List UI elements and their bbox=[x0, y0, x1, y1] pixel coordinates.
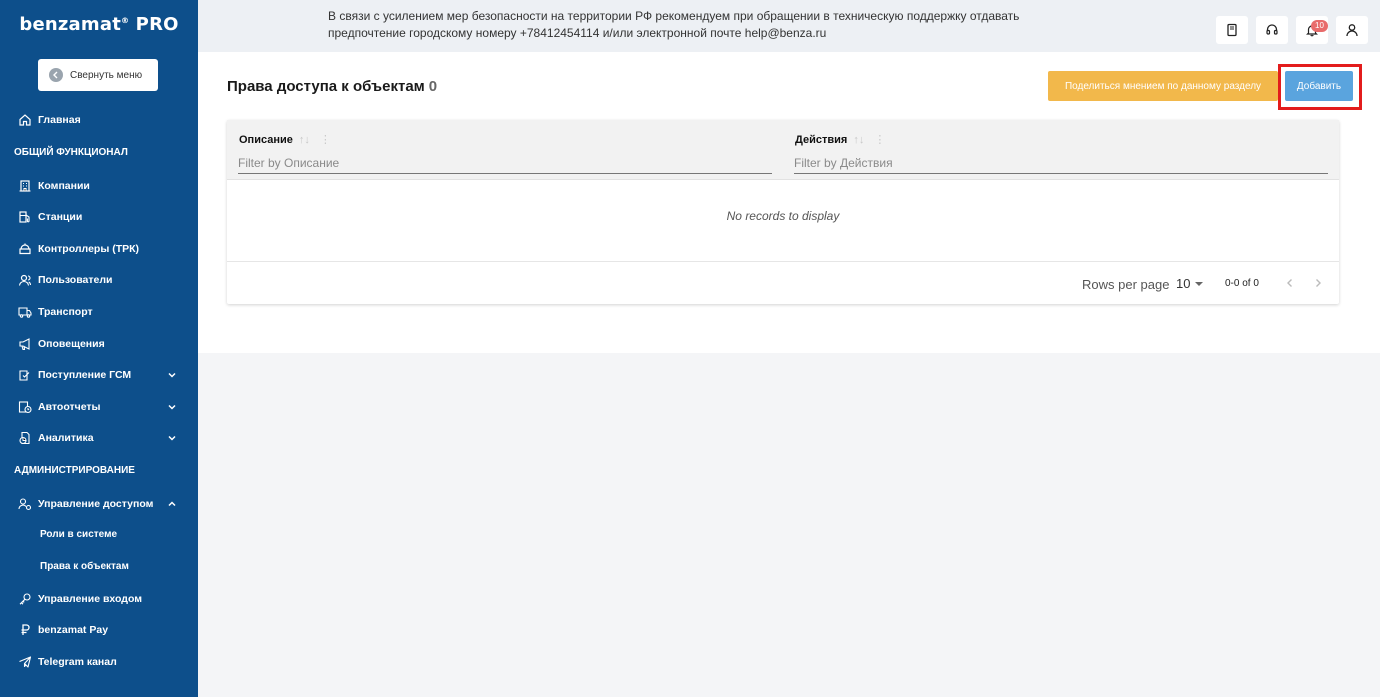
analytics-icon bbox=[19, 431, 30, 445]
section-admin: АДМИНИСТРИРОВАНИЕ bbox=[14, 465, 135, 476]
chevron-up-icon[interactable] bbox=[167, 499, 177, 509]
sidebar-item-label: Главная bbox=[38, 114, 81, 126]
megaphone-icon bbox=[19, 338, 30, 351]
rows-per-page-value: 10 bbox=[1176, 276, 1191, 291]
home-icon bbox=[19, 114, 31, 126]
brand-mark: ® bbox=[121, 16, 130, 25]
sidebar-item-label: Аналитика bbox=[38, 432, 94, 444]
sidebar-item-access-control[interactable]: Управление доступом bbox=[0, 493, 198, 515]
brand-logo[interactable]: benzamat® PRO bbox=[0, 14, 198, 35]
brand-name: benzamat bbox=[19, 14, 121, 35]
sidebar-item-label: Оповещения bbox=[38, 338, 105, 350]
access-icon bbox=[18, 498, 32, 511]
notice-line-1: В связи с усилением мер безопасности на … bbox=[328, 9, 1020, 23]
next-page-button[interactable] bbox=[1310, 275, 1326, 291]
chevron-down-icon[interactable] bbox=[167, 402, 177, 412]
key-icon bbox=[19, 593, 31, 605]
sidebar-item-fuel-income[interactable]: Поступление ГСМ bbox=[0, 364, 198, 386]
arrow-left-icon bbox=[49, 68, 63, 82]
rows-per-page-label: Rows per page bbox=[1082, 277, 1170, 292]
sidebar-item-users[interactable]: Пользователи bbox=[0, 269, 198, 291]
sidebar-item-label: Пользователи bbox=[38, 274, 113, 286]
sort-icon[interactable]: ↑↓ bbox=[299, 134, 310, 146]
station-icon bbox=[19, 211, 30, 223]
chevron-right-icon bbox=[1316, 279, 1321, 287]
main-content: Права доступа к объектам 0 Поделиться мне… bbox=[198, 52, 1380, 353]
sidebar-subitem-object-rights[interactable]: Права к объектам bbox=[40, 561, 129, 572]
book-icon bbox=[1227, 23, 1237, 37]
prev-page-button[interactable] bbox=[1282, 275, 1298, 291]
column-description[interactable]: Описание ↑↓ ⋮ bbox=[239, 133, 331, 147]
notifications-badge: 10 bbox=[1311, 20, 1328, 32]
security-notice: В связи с усилением мер безопасности на … bbox=[328, 8, 1048, 42]
sidebar-item-benzamat-pay[interactable]: benzamat Pay bbox=[0, 619, 198, 641]
sidebar-item-autoreports[interactable]: Автоотчеты bbox=[0, 396, 198, 418]
user-icon bbox=[1346, 24, 1358, 37]
object-rights-table: Описание ↑↓ ⋮ Действия ↑↓ ⋮ No records t… bbox=[227, 120, 1339, 304]
column-menu-icon[interactable]: ⋮ bbox=[320, 133, 331, 146]
sidebar-item-label: Транспорт bbox=[38, 306, 93, 318]
collapse-menu-button[interactable]: Свернуть меню bbox=[38, 59, 158, 91]
controller-icon bbox=[19, 243, 31, 255]
pagination-range: 0-0 of 0 bbox=[1225, 278, 1259, 289]
sidebar-item-stations[interactable]: Станции bbox=[0, 206, 198, 228]
users-icon bbox=[18, 274, 32, 286]
sidebar-item-label: Автоотчеты bbox=[38, 401, 101, 413]
add-button[interactable]: Добавить bbox=[1285, 71, 1353, 101]
chevron-left-icon bbox=[1287, 279, 1292, 287]
fuel-income-icon bbox=[19, 370, 30, 381]
chevron-down-icon[interactable] bbox=[167, 433, 177, 443]
truck-icon bbox=[18, 307, 32, 318]
headset-icon bbox=[1266, 24, 1278, 35]
sidebar-item-alerts[interactable]: Оповещения bbox=[0, 333, 198, 355]
sidebar-item-label: Управление доступом bbox=[38, 498, 154, 510]
caret-down-icon bbox=[1195, 281, 1204, 286]
sidebar: benzamat® PRO Свернуть меню Главная ОБЩИ… bbox=[0, 0, 198, 697]
sidebar-item-label: Управление входом bbox=[38, 593, 142, 605]
records-count: 0 bbox=[428, 78, 438, 95]
filter-description-input[interactable] bbox=[238, 153, 772, 174]
sidebar-subitem-roles[interactable]: Роли в системе bbox=[40, 529, 117, 540]
table-header: Описание ↑↓ ⋮ Действия ↑↓ ⋮ bbox=[227, 120, 1339, 180]
chevron-down-icon[interactable] bbox=[167, 370, 177, 380]
table-pagination: Rows per page 10 0-0 of 0 bbox=[227, 261, 1339, 304]
sidebar-item-label: benzamat Pay bbox=[38, 624, 109, 636]
sidebar-item-home[interactable]: Главная bbox=[0, 109, 198, 131]
filter-actions-input[interactable] bbox=[794, 153, 1328, 174]
column-actions[interactable]: Действия ↑↓ ⋮ bbox=[795, 133, 885, 147]
sidebar-item-label: Поступление ГСМ bbox=[38, 369, 132, 381]
sidebar-item-companies[interactable]: Компании bbox=[0, 175, 198, 197]
sidebar-item-analytics[interactable]: Аналитика bbox=[0, 427, 198, 449]
telegram-icon bbox=[19, 656, 32, 668]
documentation-button[interactable] bbox=[1216, 16, 1248, 44]
page-title: Права доступа к объектам 0 bbox=[227, 78, 437, 95]
sort-icon[interactable]: ↑↓ bbox=[853, 134, 864, 146]
report-clock-icon bbox=[18, 401, 32, 414]
ruble-icon bbox=[21, 624, 30, 635]
sidebar-item-label: Станции bbox=[38, 211, 83, 223]
building-icon bbox=[19, 180, 31, 192]
share-feedback-button[interactable]: Поделиться мнением по данному разделу bbox=[1048, 71, 1278, 101]
sidebar-item-label: Контроллеры (ТРК) bbox=[38, 243, 140, 255]
empty-state: No records to display bbox=[726, 209, 840, 223]
section-general: ОБЩИЙ ФУНКЦИОНАЛ bbox=[14, 147, 128, 158]
notice-line-2: предпочтение городскому номеру +78412454… bbox=[328, 26, 827, 40]
sidebar-item-telegram[interactable]: Telegram канал bbox=[0, 651, 198, 673]
sidebar-item-login-control[interactable]: Управление входом bbox=[0, 588, 198, 610]
column-menu-icon[interactable]: ⋮ bbox=[874, 133, 885, 146]
sidebar-item-label: Компании bbox=[38, 180, 90, 192]
profile-button[interactable] bbox=[1336, 16, 1368, 44]
rows-per-page-select[interactable]: 10 bbox=[1176, 276, 1204, 291]
sidebar-item-label: Telegram канал bbox=[38, 656, 117, 668]
sidebar-item-controllers[interactable]: Контроллеры (ТРК) bbox=[0, 238, 198, 260]
support-button[interactable] bbox=[1256, 16, 1288, 44]
brand-suffix: PRO bbox=[135, 14, 179, 35]
page-title-text: Права доступа к объектам bbox=[227, 78, 425, 95]
sidebar-item-transport[interactable]: Транспорт bbox=[0, 301, 198, 323]
top-bar: В связи с усилением мер безопасности на … bbox=[198, 0, 1380, 52]
column-label: Действия bbox=[795, 133, 848, 146]
column-label: Описание bbox=[239, 133, 293, 146]
collapse-menu-label: Свернуть меню bbox=[70, 69, 143, 81]
